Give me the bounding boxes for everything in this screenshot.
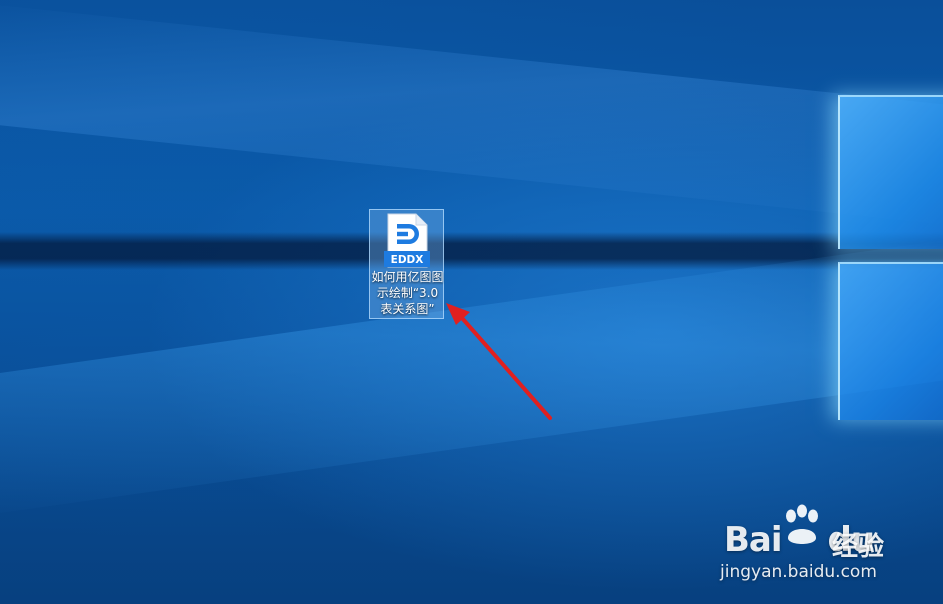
eddx-file-icon: EDDX [384, 213, 430, 268]
desktop-wallpaper[interactable]: EDDX 如何用亿图图示绘制“3.0表关系图” Bai du 经验 jingyan… [0, 0, 943, 604]
wallpaper-dark-band [0, 232, 943, 270]
windows-logo-pane [838, 95, 943, 249]
baidu-jingyan-watermark: Bai du 经验 jingyan.baidu.com [720, 502, 920, 592]
jingyan-text: 经验 [832, 532, 885, 562]
windows-logo-pane [838, 262, 943, 420]
jingyan-url: jingyan.baidu.com [720, 562, 877, 582]
baidu-paw-icon [786, 504, 818, 544]
desktop-file-icon[interactable]: EDDX 如何用亿图图示绘制“3.0表关系图” [369, 209, 444, 319]
file-type-badge: EDDX [391, 254, 424, 266]
wallpaper-light-beam [0, 225, 943, 520]
file-name-label: 如何用亿图图示绘制“3.0表关系图” [371, 270, 444, 316]
wallpaper-light-beam [0, 0, 943, 236]
